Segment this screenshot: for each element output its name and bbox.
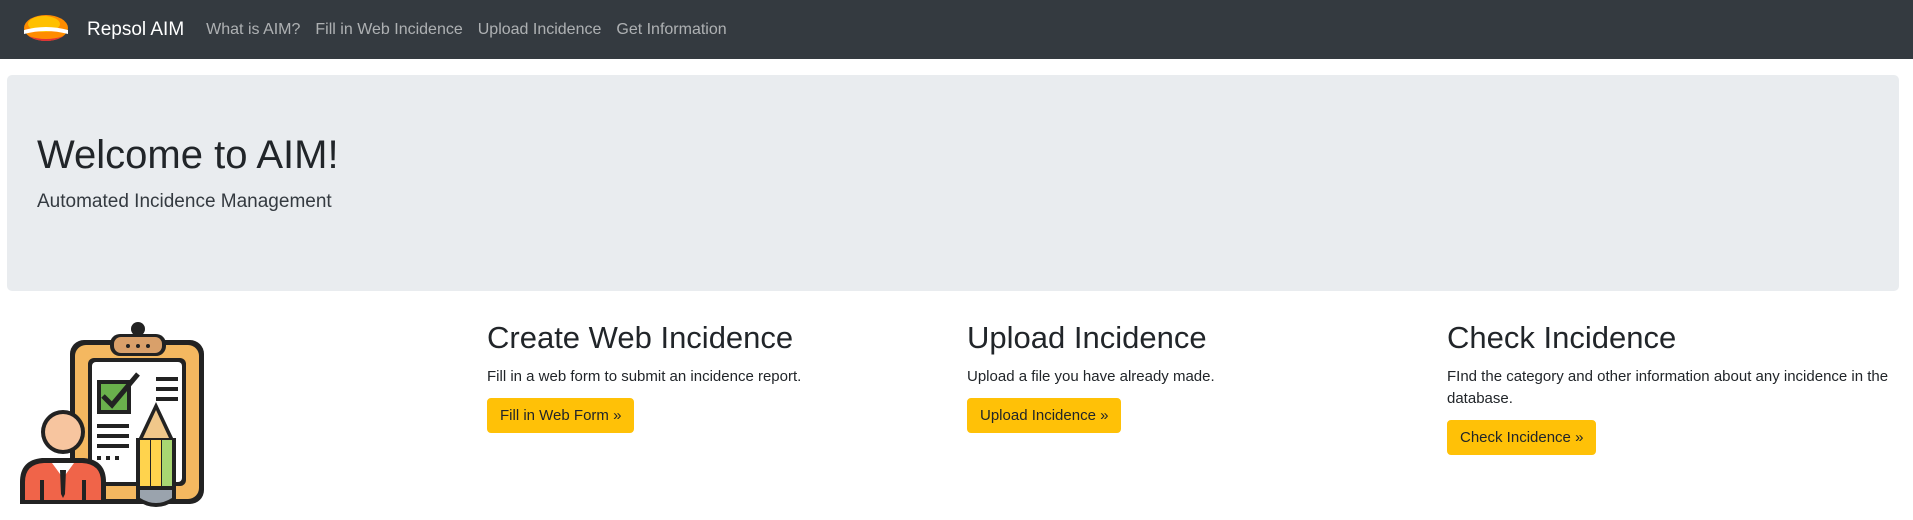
fill-in-web-form-button[interactable]: Fill in Web Form » [487,397,635,433]
check-incidence-button[interactable]: Check Incidence » [1447,419,1597,455]
nav-link-what-is-aim[interactable]: What is AIM? [206,21,300,39]
nav-link-fill-in-web-incidence[interactable]: Fill in Web Incidence [315,21,462,39]
card-title: Create Web Incidence [487,320,794,355]
navbar: Repsol AIM What is AIM? Fill in Web Inci… [0,0,1913,59]
card-upload-incidence: Upload Incidence Upload a file you have … [967,320,1215,433]
brand-name: Repsol AIM [87,18,185,40]
card-text: Upload a file you have already made. [967,367,1215,385]
upload-incidence-button[interactable]: Upload Incidence » [967,397,1122,433]
card-text: Fill in a web form to submit an incidenc… [487,367,802,385]
nav-link-get-information[interactable]: Get Information [616,21,726,39]
card-title: Check Incidence [1447,320,1677,355]
repsol-logo-icon [24,14,68,41]
card-text: FInd the category and other information … [1447,367,1889,407]
page-title: Welcome to AIM! [37,133,339,177]
page-subtitle: Automated Incidence Management [37,191,332,212]
brand[interactable]: Repsol AIM [20,12,184,48]
checklist-person-icon [20,322,204,507]
card-create-web-incidence: Create Web Incidence Fill in a web form … [487,320,801,433]
jumbotron: Welcome to AIM! Automated Incidence Mana… [7,75,1899,291]
nav-link-upload-incidence[interactable]: Upload Incidence [478,21,602,39]
card-title: Upload Incidence [967,320,1207,355]
card-check-incidence: Check Incidence FInd the category and ot… [1447,320,1897,455]
